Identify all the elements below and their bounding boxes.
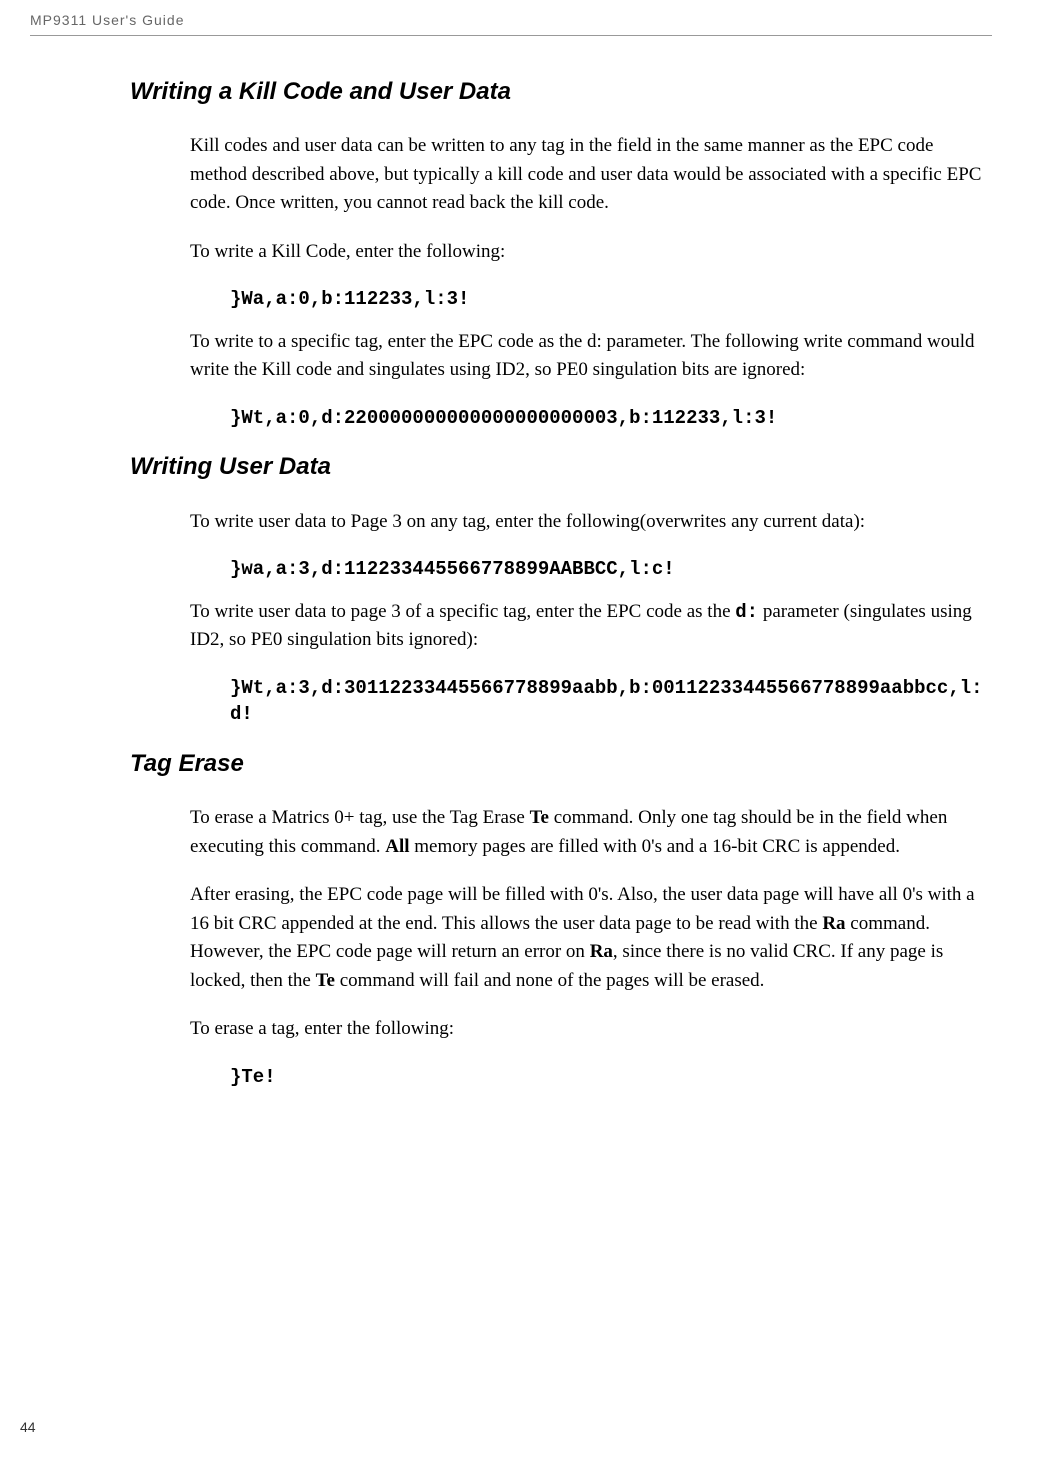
- tag-erase-code1: }Te!: [230, 1064, 992, 1091]
- tag-erase-p2f: Te: [316, 970, 335, 991]
- tag-erase-p1b: Te: [530, 807, 549, 828]
- tag-erase-para1: To erase a Matrics 0+ tag, use the Tag E…: [190, 804, 992, 861]
- kill-code-para3: To write to a specific tag, enter the EP…: [190, 328, 992, 385]
- user-data-para2-pre: To write user data to page 3 of a specif…: [190, 601, 735, 622]
- section-title-tag-erase: Tag Erase: [130, 748, 992, 779]
- kill-code-code1: }Wa,a:0,b:112233,l:3!: [230, 286, 992, 313]
- kill-code-code2: }Wt,a:0,d:220000000000000000000003,b:112…: [230, 405, 992, 432]
- page-header: MP9311 User's Guide: [30, 0, 992, 36]
- user-data-para2: To write user data to page 3 of a specif…: [190, 598, 992, 655]
- tag-erase-para2: After erasing, the EPC code page will be…: [190, 881, 992, 995]
- tag-erase-p1a: To erase a Matrics 0+ tag, use the Tag E…: [190, 807, 530, 828]
- kill-code-para1: Kill codes and user data can be written …: [190, 132, 992, 218]
- tag-erase-p2d: Ra: [590, 941, 613, 962]
- section-tag-erase: Tag Erase: [130, 748, 992, 779]
- section-title-kill-code: Writing a Kill Code and User Data: [130, 76, 992, 107]
- section-kill-code: Writing a Kill Code and User Data: [130, 76, 992, 107]
- tag-erase-p2b: Ra: [822, 913, 845, 934]
- user-data-para2-code: d:: [735, 601, 758, 623]
- section-user-data: Writing User Data: [130, 451, 992, 482]
- kill-code-para2: To write a Kill Code, enter the followin…: [190, 238, 992, 267]
- user-data-code1: }wa,a:3,d:112233445566778899AABBCC,l:c!: [230, 556, 992, 583]
- section-title-user-data: Writing User Data: [130, 451, 992, 482]
- header-title: MP9311 User's Guide: [30, 12, 184, 28]
- user-data-code2: }Wt,a:3,d:30112233445566778899aabb,b:001…: [230, 675, 992, 728]
- tag-erase-p1e: memory pages are filled with 0's and a 1…: [410, 836, 900, 857]
- page-number: 44: [20, 1417, 36, 1438]
- tag-erase-para3: To erase a tag, enter the following:: [190, 1015, 992, 1044]
- page-content: Writing a Kill Code and User Data Kill c…: [30, 76, 992, 1090]
- tag-erase-p1d: All: [385, 836, 409, 857]
- user-data-para1: To write user data to Page 3 on any tag,…: [190, 508, 992, 537]
- tag-erase-p2g: command will fail and none of the pages …: [335, 970, 764, 991]
